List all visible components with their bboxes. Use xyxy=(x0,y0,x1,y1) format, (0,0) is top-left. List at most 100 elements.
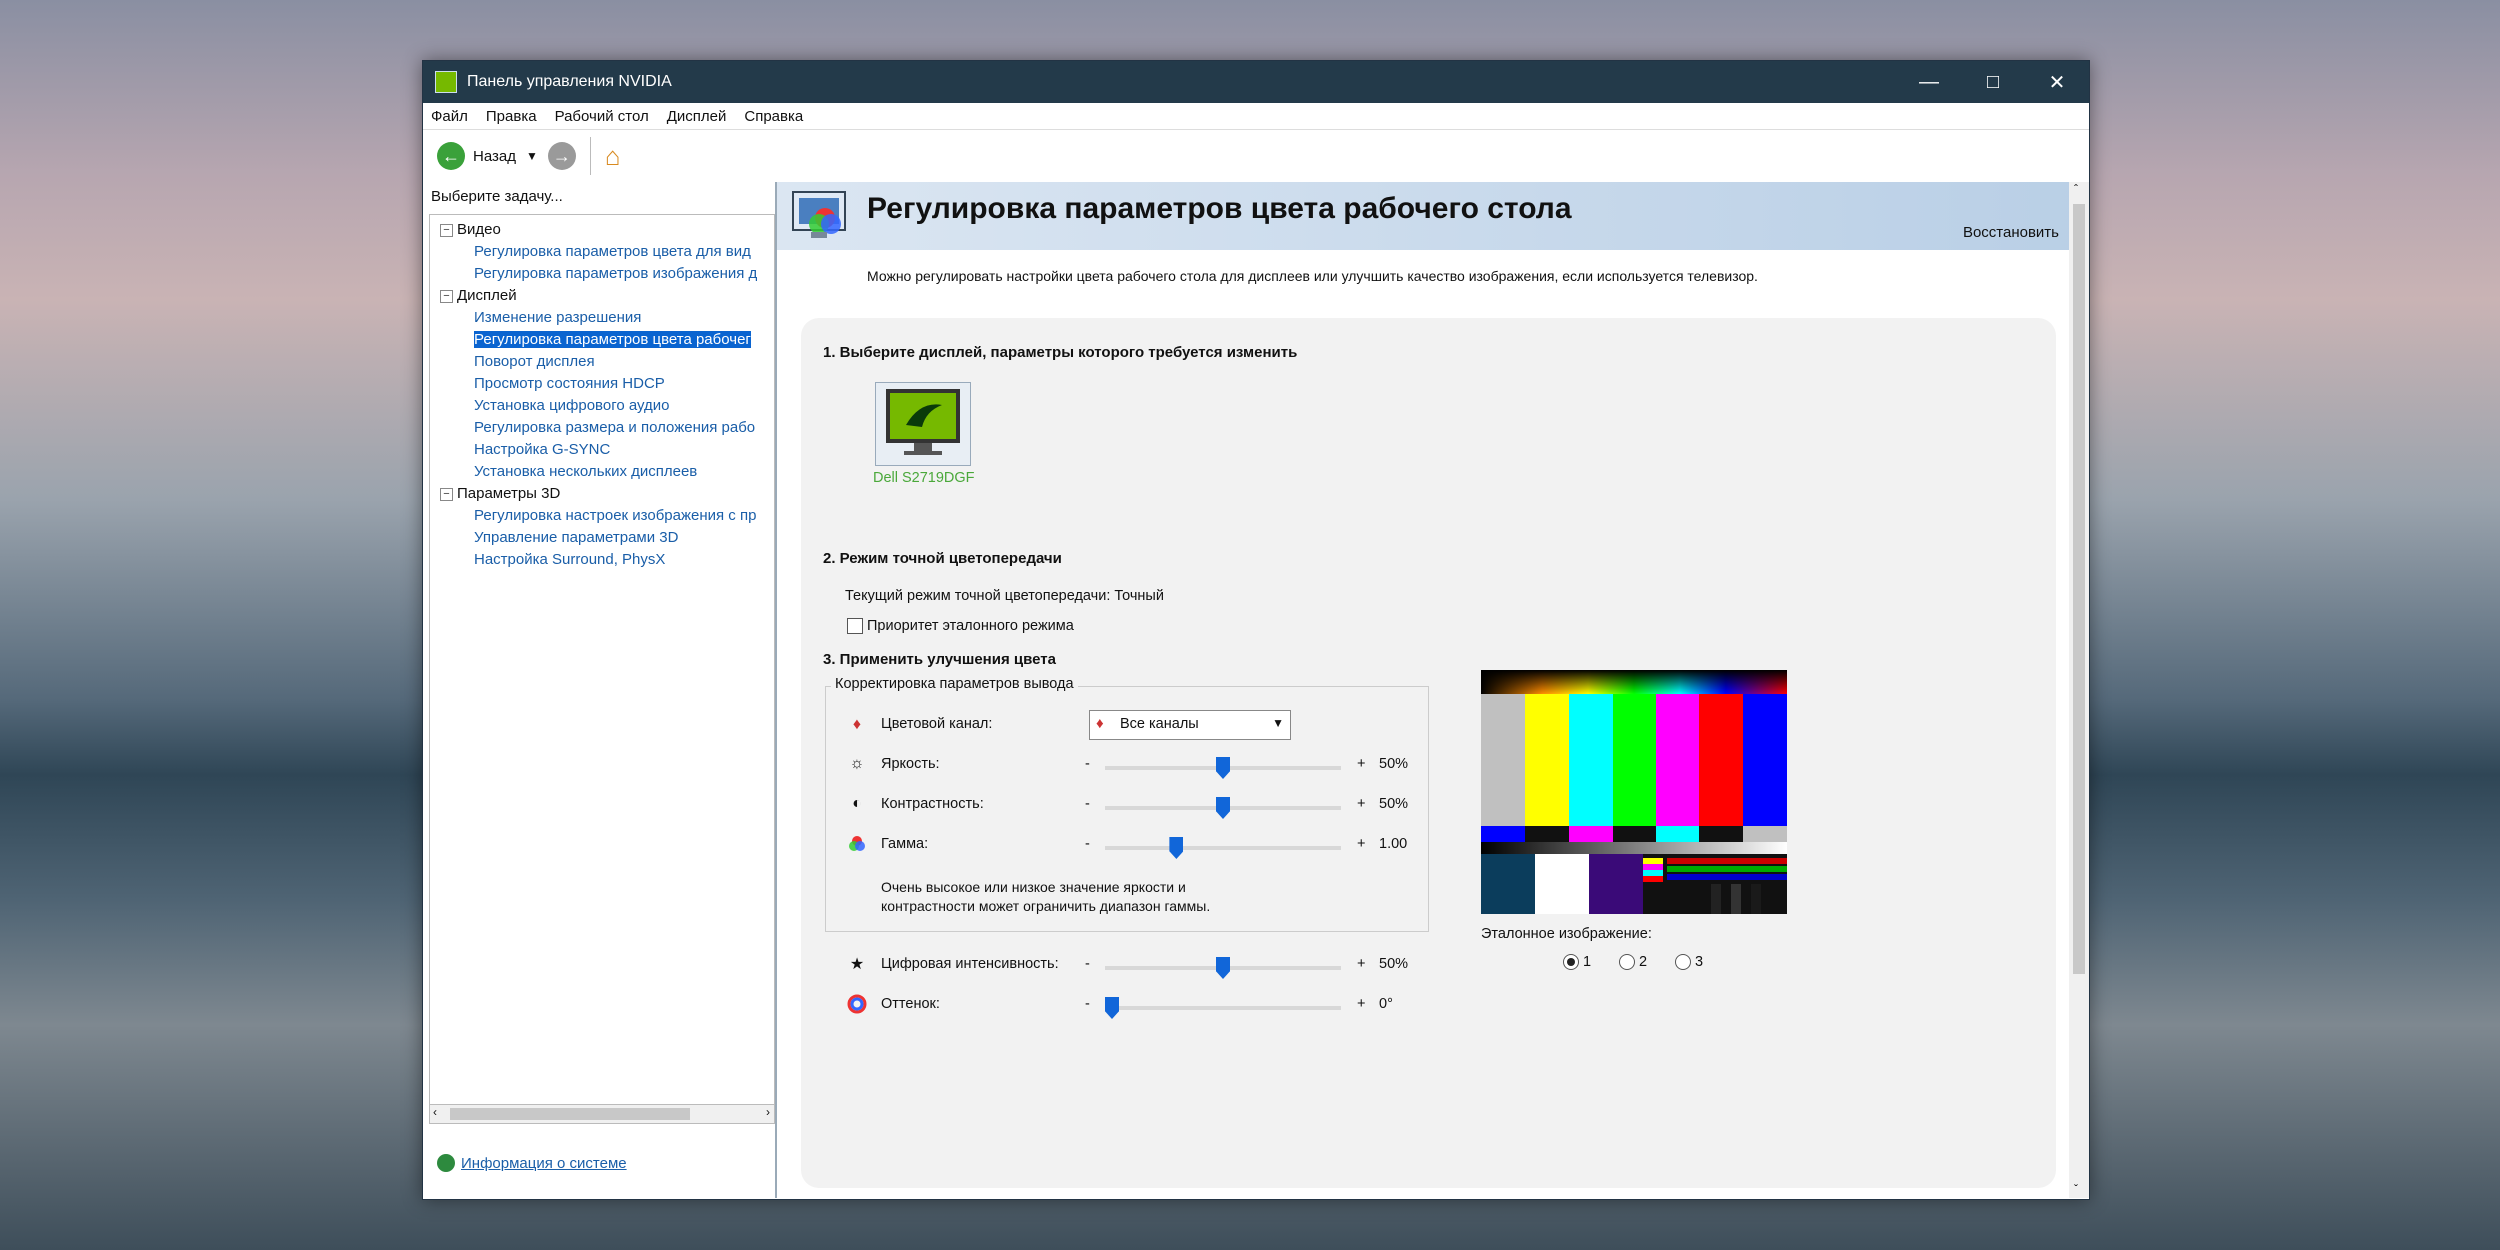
tree-horizontal-scrollbar[interactable]: ‹ › xyxy=(429,1104,775,1124)
contrast-icon: ◐ xyxy=(852,795,862,812)
vibrance-decrease[interactable]: - xyxy=(1085,956,1090,972)
output-adjustment-label: Корректировка параметров вывода xyxy=(831,676,1078,692)
hue-increase[interactable]: + xyxy=(1357,996,1365,1012)
section-color-enhancement: 3. Применить улучшения цвета xyxy=(823,651,1056,668)
section-select-display: 1. Выберите дисплей, параметры которого … xyxy=(823,344,1298,361)
collapse-icon[interactable]: − xyxy=(440,487,453,501)
page-title: Регулировка параметров цвета рабочего ст… xyxy=(867,192,1572,225)
reference-option-2[interactable]: 2 xyxy=(1619,954,1648,971)
color-channel-value: Все каналы xyxy=(1120,716,1199,732)
vibrance-value: 50% xyxy=(1379,956,1409,972)
tree-item-gsync[interactable]: Настройка G-SYNC xyxy=(474,441,610,458)
tree-item-video-image[interactable]: Регулировка параметров изображения д xyxy=(474,265,757,282)
scroll-right-icon[interactable]: › xyxy=(766,1105,770,1119)
collapse-icon[interactable]: − xyxy=(440,223,453,237)
maximize-button[interactable]: □ xyxy=(1961,61,2025,103)
scrollbar-thumb[interactable] xyxy=(450,1108,690,1120)
nvidia-app-icon xyxy=(435,71,457,93)
reference-priority-label: Приоритет эталонного режима xyxy=(867,618,1074,634)
monitor-icon xyxy=(886,389,960,455)
color-channel-icon: ♦ xyxy=(852,716,862,733)
contrast-increase[interactable]: + xyxy=(1357,796,1365,812)
hue-icon xyxy=(847,994,867,1014)
system-info-label[interactable]: Информация о системе xyxy=(461,1155,627,1172)
tree-item-audio[interactable]: Установка цифрового аудио xyxy=(474,397,670,414)
menu-edit[interactable]: Правка xyxy=(486,108,537,125)
gamma-decrease[interactable]: - xyxy=(1085,836,1090,852)
close-button[interactable]: ✕ xyxy=(2025,61,2089,103)
gamma-value: 1.00 xyxy=(1379,836,1408,852)
back-arrow-icon[interactable]: ← xyxy=(437,142,465,170)
gamma-icon xyxy=(847,834,867,854)
hue-slider-thumb[interactable] xyxy=(1105,997,1119,1019)
tree-item-multi-display[interactable]: Установка нескольких дисплеев xyxy=(474,463,697,480)
content-vertical-scrollbar[interactable]: ˆ ˇ xyxy=(2069,182,2089,1198)
menu-file[interactable]: Файл xyxy=(431,108,468,125)
hue-decrease[interactable]: - xyxy=(1085,996,1090,1012)
collapse-icon[interactable]: − xyxy=(440,289,453,303)
tree-item-3d-manage[interactable]: Управление параметрами 3D xyxy=(474,529,678,546)
brightness-decrease[interactable]: - xyxy=(1085,756,1090,772)
reference-priority-row[interactable]: Приоритет эталонного режима xyxy=(847,618,1074,635)
scroll-up-icon[interactable]: ˆ xyxy=(2074,182,2078,196)
radio-button[interactable] xyxy=(1563,954,1579,971)
minimize-button[interactable]: — xyxy=(1897,61,1961,103)
radio-button[interactable] xyxy=(1675,954,1691,971)
menu-display[interactable]: Дисплей xyxy=(667,108,727,125)
section-color-mode: 2. Режим точной цветопередачи xyxy=(823,550,1062,567)
radio-label: 3 xyxy=(1695,954,1704,970)
home-icon[interactable]: ⌂ xyxy=(605,141,621,172)
window-title: Панель управления NVIDIA xyxy=(467,73,672,90)
menu-help[interactable]: Справка xyxy=(744,108,803,125)
display-name: Dell S2719DGF xyxy=(873,470,975,486)
task-tree: − Видео Регулировка параметров цвета для … xyxy=(429,214,775,1116)
tree-item-rotation[interactable]: Поворот дисплея xyxy=(474,353,595,370)
tree-item-resolution[interactable]: Изменение разрешения xyxy=(474,309,641,326)
forward-arrow-icon[interactable]: → xyxy=(547,142,576,170)
tree-group-label: Дисплей xyxy=(457,287,517,304)
gamma-slider[interactable] xyxy=(1105,837,1341,859)
hue-slider[interactable] xyxy=(1105,997,1341,1019)
back-dropdown-icon[interactable]: ▼ xyxy=(526,149,538,163)
vibrance-increase[interactable]: + xyxy=(1357,956,1365,972)
color-channel-select[interactable]: ♦ Все каналы ▼ xyxy=(1089,710,1291,740)
reference-option-3[interactable]: 3 xyxy=(1675,954,1704,971)
tree-item-video-color[interactable]: Регулировка параметров цвета для вид xyxy=(474,243,751,260)
nvidia-control-panel-window: Панель управления NVIDIA — □ ✕ Файл Прав… xyxy=(422,60,2090,1200)
channel-select-icon: ♦ xyxy=(1096,715,1104,732)
scrollbar-thumb[interactable] xyxy=(2073,204,2085,974)
vibrance-slider-thumb[interactable] xyxy=(1216,957,1230,979)
scroll-left-icon[interactable]: ‹ xyxy=(433,1105,437,1119)
current-color-mode: Текущий режим точной цветопередачи: Точн… xyxy=(845,588,1164,604)
tree-item-surround-physx[interactable]: Настройка Surround, PhysX xyxy=(474,551,665,568)
tree-item-desktop-color-selected[interactable]: Регулировка параметров цвета рабочег xyxy=(474,331,751,348)
tree-group-video[interactable]: − Видео xyxy=(440,221,501,238)
system-info-link[interactable]: Информация о системе xyxy=(437,1154,627,1172)
scroll-down-icon[interactable]: ˇ xyxy=(2074,1182,2078,1196)
tree-group-label: Видео xyxy=(457,221,501,238)
display-tile[interactable] xyxy=(875,382,971,466)
menu-desktop[interactable]: Рабочий стол xyxy=(555,108,649,125)
tree-item-hdcp[interactable]: Просмотр состояния HDCP xyxy=(474,375,665,392)
chevron-down-icon: ▼ xyxy=(1272,716,1284,730)
brightness-slider[interactable] xyxy=(1105,757,1341,779)
reference-option-1[interactable]: 1 xyxy=(1563,954,1591,971)
tree-item-size-position[interactable]: Регулировка размера и положения рабо xyxy=(474,419,755,436)
radio-label: 2 xyxy=(1639,954,1648,970)
tree-group-display[interactable]: − Дисплей xyxy=(440,287,517,304)
restore-button[interactable]: Восстановить xyxy=(1963,224,2059,241)
tree-item-3d-image[interactable]: Регулировка настроек изображения с пр xyxy=(474,507,756,524)
radio-button[interactable] xyxy=(1619,954,1635,971)
gamma-increase[interactable]: + xyxy=(1357,836,1365,852)
contrast-decrease[interactable]: - xyxy=(1085,796,1090,812)
contrast-slider[interactable] xyxy=(1105,797,1341,819)
page-banner: Регулировка параметров цвета рабочего ст… xyxy=(777,182,2089,250)
reference-priority-checkbox[interactable] xyxy=(847,618,863,635)
brightness-increase[interactable]: + xyxy=(1357,756,1365,772)
back-button-label[interactable]: Назад xyxy=(473,148,516,165)
brightness-label: Яркость: xyxy=(881,756,940,772)
tree-group-3d[interactable]: − Параметры 3D xyxy=(440,485,560,502)
vibrance-slider[interactable] xyxy=(1105,957,1341,979)
reference-image-label: Эталонное изображение: xyxy=(1481,926,1652,942)
settings-panel: 1. Выберите дисплей, параметры которого … xyxy=(801,318,2056,1188)
